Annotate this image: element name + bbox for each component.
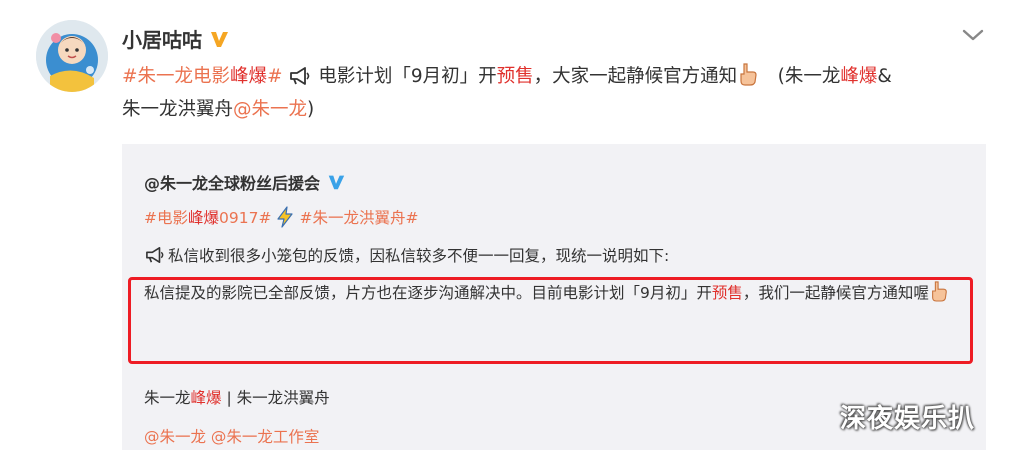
hashtag-link[interactable]: #朱一龙电影峰爆# bbox=[122, 66, 283, 87]
post-text-f: ) bbox=[307, 99, 315, 120]
watermark-text: 深夜娱乐扒 bbox=[840, 404, 976, 434]
quoted-line-1: 私信收到很多小笼包的反馈，因私信较多不便一一回复，现统一说明如下: bbox=[144, 244, 669, 266]
post-text-a: 电影计划「9月初」开 bbox=[312, 66, 497, 87]
mention-link[interactable]: @朱一龙 bbox=[233, 99, 307, 120]
quoted-mentions[interactable]: @朱一龙 @朱一龙工作室 bbox=[144, 425, 319, 447]
presale-text: 预售 bbox=[496, 66, 534, 87]
chevron-down-icon[interactable] bbox=[960, 26, 986, 44]
username-row: 小居咕咕 bbox=[122, 24, 230, 53]
quoted-author[interactable]: @朱一龙全球粉丝后援会 bbox=[144, 170, 320, 194]
weibo-post: 小居咕咕 #朱一龙电影峰爆# 电影计划「9月初」开预售，大家一起静候官方通知 (… bbox=[0, 0, 1015, 450]
post-text-b: ，大家一起静候官方通知 bbox=[533, 66, 738, 87]
megaphone-icon bbox=[290, 67, 310, 85]
lightning-icon bbox=[277, 206, 294, 228]
quoted-footer-1: 朱一龙峰爆 | 朱一龙洪翼舟 bbox=[144, 389, 330, 407]
username[interactable]: 小居咕咕 bbox=[122, 24, 202, 53]
tag-link-2[interactable]: #朱一龙洪翼舟# bbox=[299, 206, 418, 228]
post-text-d: & bbox=[877, 66, 892, 87]
post-text-hot: 峰爆 bbox=[840, 66, 878, 87]
post-text-e: 朱一龙洪翼舟 bbox=[122, 99, 234, 120]
post-text-c: (朱一龙 bbox=[759, 66, 841, 87]
post-text: #朱一龙电影峰爆# 电影计划「9月初」开预售，大家一起静候官方通知 (朱一龙峰爆… bbox=[122, 60, 992, 126]
verified-badge-icon bbox=[328, 175, 345, 190]
megaphone-icon bbox=[146, 246, 164, 264]
quoted-author-row: @朱一龙全球粉丝后援会 bbox=[144, 170, 346, 194]
avatar-illustration bbox=[36, 20, 108, 92]
pointing-hand-icon bbox=[740, 63, 757, 86]
tag-link-1[interactable]: #电影峰爆0917# bbox=[144, 206, 271, 228]
verified-badge-icon bbox=[211, 31, 228, 47]
highlight-box bbox=[128, 277, 973, 364]
avatar[interactable] bbox=[36, 20, 108, 92]
quoted-tags: #电影峰爆0917# #朱一龙洪翼舟# bbox=[144, 206, 418, 228]
